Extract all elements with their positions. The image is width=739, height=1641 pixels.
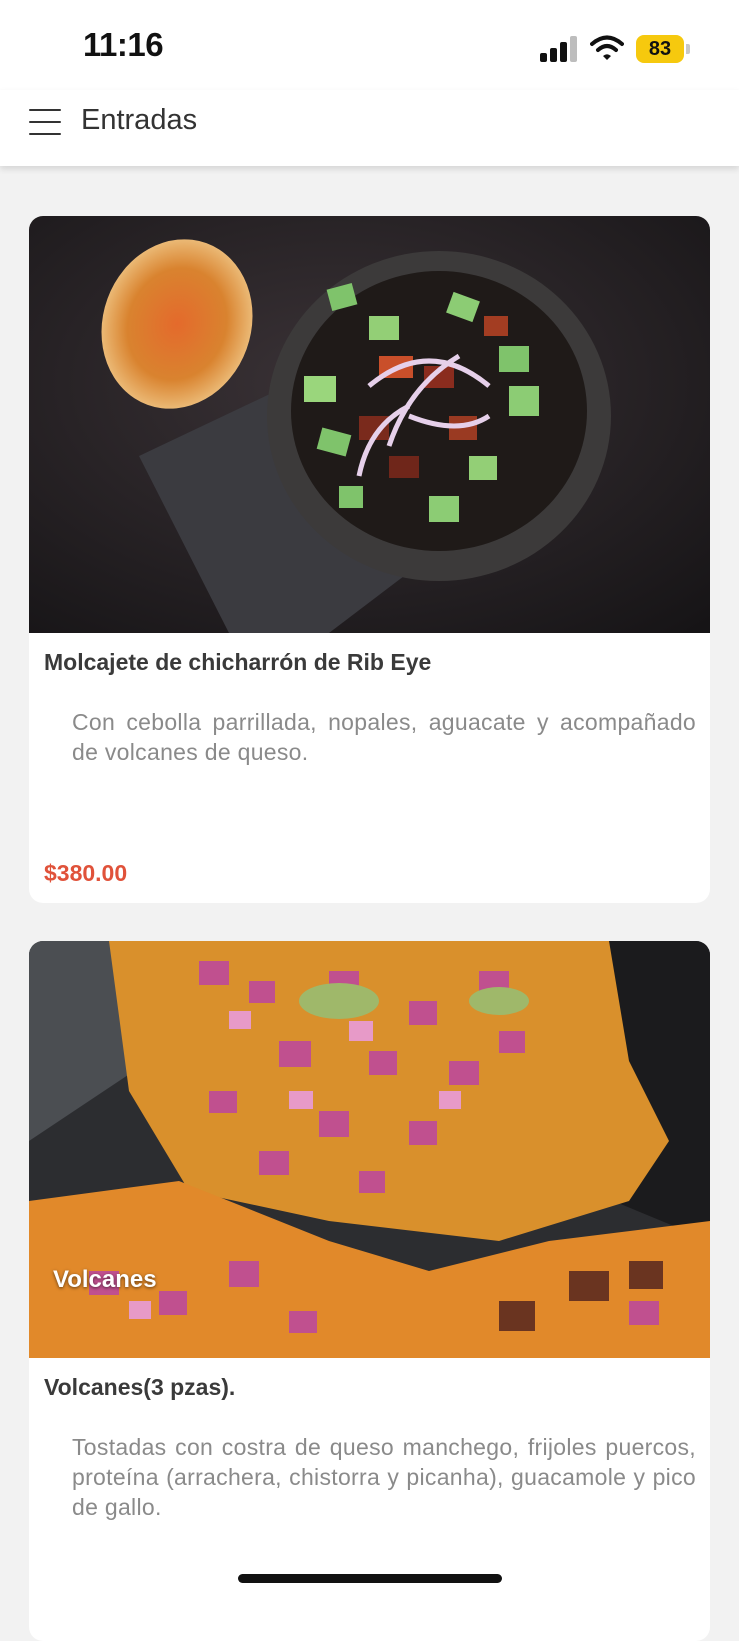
page-title: Entradas [81, 104, 198, 136]
dish-name: Volcanes(3 pzas). [44, 1374, 236, 1400]
menu-item-card[interactable]: Molcajete de chicharrón de Rib Eye Con c… [29, 216, 710, 903]
status-bar: 11:16 83 [0, 0, 739, 90]
dish-image-molcajete [29, 216, 710, 633]
wifi-icon [590, 35, 624, 60]
dish-name: Molcajete de chicharrón de Rib Eye [44, 649, 432, 675]
app-header: Entradas [0, 90, 739, 166]
dish-description: Con cebolla parrillada, nopales, aguacat… [72, 709, 696, 765]
dish-description: Tostadas con costra de queso manchego, f… [72, 1434, 696, 1520]
battery-cap [686, 44, 690, 54]
dish-image-volcanes: Volcanes [29, 941, 710, 1358]
battery-icon: 83 [636, 35, 690, 63]
cellular-signal-icon [540, 36, 577, 62]
image-caption: Volcanes [53, 1266, 157, 1293]
home-indicator [238, 1574, 502, 1583]
dish-price: $380.00 [44, 860, 128, 886]
menu-item-card[interactable]: Volcanes Volcanes(3 pzas). Tostadas con … [29, 941, 710, 1641]
hamburger-menu-icon[interactable] [29, 107, 63, 135]
battery-level: 83 [636, 35, 684, 63]
status-time: 11:16 [83, 26, 164, 63]
